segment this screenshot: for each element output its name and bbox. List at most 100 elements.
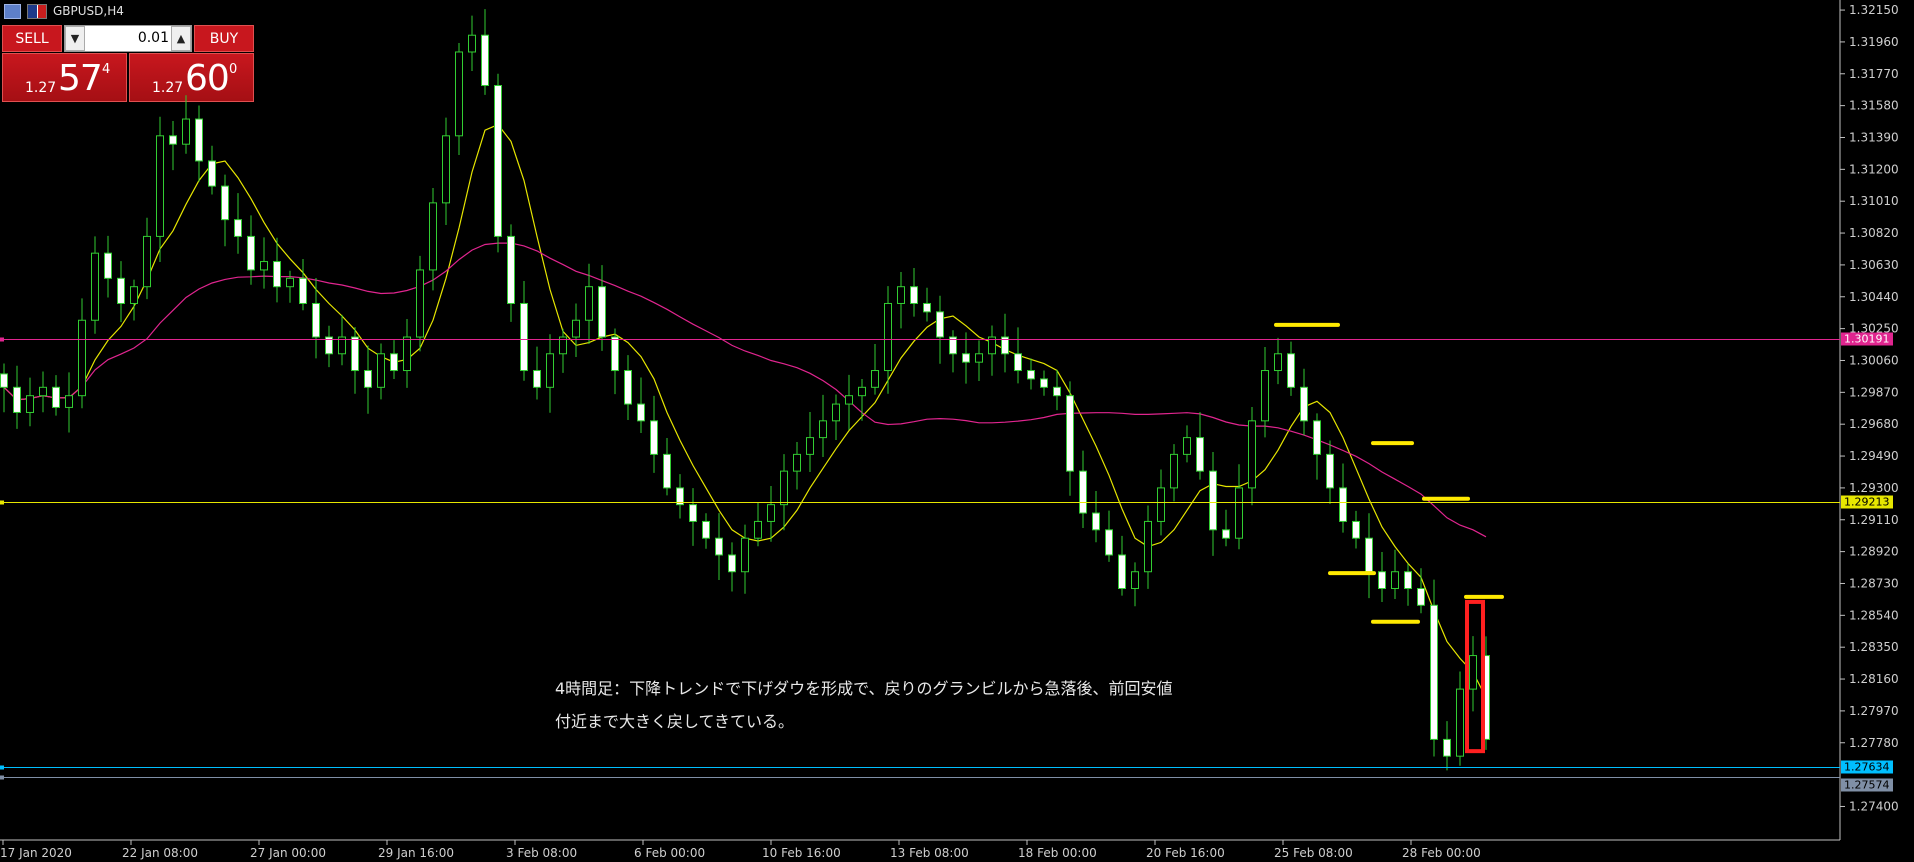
candle-body — [1209, 470, 1217, 531]
candle-body — [1391, 571, 1399, 590]
candle-body — [1313, 420, 1321, 455]
price-tick-label: 1.28730 — [1849, 576, 1899, 590]
line-anchor-handle[interactable] — [0, 337, 4, 342]
price-tick-label: 1.31010 — [1849, 194, 1899, 208]
time-tick-label: 20 Feb 16:00 — [1146, 846, 1225, 860]
candle-body — [832, 403, 840, 422]
candle-body — [884, 302, 892, 372]
price-tick-label: 1.30250 — [1849, 322, 1899, 336]
candle-body — [1222, 529, 1230, 539]
candle-body — [1417, 588, 1425, 606]
candle-body — [819, 420, 827, 439]
candle-body — [260, 261, 268, 271]
candle-body — [1404, 571, 1412, 590]
candle-body — [1170, 453, 1178, 489]
candle-body — [1183, 437, 1191, 455]
candle-body — [637, 403, 645, 422]
candle-body — [1118, 554, 1126, 590]
price-tick-label: 1.27400 — [1849, 799, 1899, 813]
candle-body — [650, 420, 658, 455]
candle-body — [1430, 604, 1438, 740]
candle-body — [1300, 386, 1308, 422]
candle-body — [1066, 395, 1074, 472]
candle-body — [468, 34, 476, 53]
candle-body — [845, 395, 853, 405]
candle-body — [1352, 520, 1360, 539]
candle-body — [897, 286, 905, 304]
candle-body — [494, 85, 502, 237]
candle-body — [663, 453, 671, 489]
line-anchor-handle[interactable] — [0, 775, 4, 780]
candle-body — [624, 370, 632, 405]
annotation-line-2: 付近まで大きく戻してきている。 — [555, 712, 794, 731]
time-tick-label: 3 Feb 08:00 — [506, 846, 577, 860]
candle-body — [910, 286, 918, 304]
price-tick-label: 1.31390 — [1849, 130, 1899, 144]
candle-body — [39, 386, 47, 397]
candle-body — [1326, 453, 1334, 489]
candle-body — [429, 202, 437, 271]
price-tick-label: 1.30630 — [1849, 258, 1899, 272]
candle-body — [572, 319, 580, 338]
candle-body — [507, 235, 515, 304]
price-line-badge-label: 1.29213 — [1844, 496, 1890, 509]
price-tick-label: 1.28920 — [1849, 545, 1899, 559]
candle-body — [780, 470, 788, 506]
candle-body — [312, 302, 320, 338]
candle-body — [1274, 353, 1282, 372]
horizontal-lines[interactable]: 1.301911.292131.276341.27574 — [0, 332, 1893, 792]
candle-body — [91, 252, 99, 321]
candle-body — [1196, 437, 1204, 472]
price-chart[interactable]: 1.301911.292131.276341.27574 1.32150 1.31… — [0, 0, 1914, 862]
candle-body — [1261, 370, 1269, 422]
price-tick-label: 1.28540 — [1849, 608, 1899, 622]
candle-body — [871, 370, 879, 388]
candle-body — [1053, 386, 1061, 397]
candle-body — [78, 319, 86, 397]
candle-body — [403, 336, 411, 372]
price-tick-label: 1.31200 — [1849, 162, 1899, 176]
candle-body — [1079, 470, 1087, 514]
price-tick-label: 1.29300 — [1849, 481, 1899, 495]
candle-body — [481, 34, 489, 87]
candle-body — [611, 336, 619, 372]
candle-body — [975, 353, 983, 363]
candle-body — [1235, 487, 1243, 539]
candle-body — [936, 311, 944, 338]
candle-body — [442, 135, 450, 204]
time-tick-label: 25 Feb 08:00 — [1274, 846, 1353, 860]
candle-body — [533, 370, 541, 388]
price-tick-label: 1.31580 — [1849, 99, 1899, 113]
annotation-line-1: 4時間足：下降トレンドで下げダウを形成で、戻りのグランビルから急落後、前回安値 — [555, 679, 1173, 698]
time-tick-label: 28 Feb 00:00 — [1402, 846, 1481, 860]
line-anchor-handle[interactable] — [0, 765, 4, 770]
price-tick-label: 1.32150 — [1849, 3, 1899, 17]
candle-body — [169, 135, 177, 145]
time-tick-label: 10 Feb 16:00 — [762, 846, 841, 860]
candle-body — [1157, 487, 1165, 522]
candle-body — [143, 235, 151, 288]
candle-body — [1040, 378, 1048, 388]
price-tick-label: 1.29870 — [1849, 385, 1899, 399]
price-tick-label: 1.30820 — [1849, 226, 1899, 240]
candle-body — [793, 453, 801, 472]
time-tick-label: 17 Jan 2020 — [0, 846, 72, 860]
candle-body — [1027, 370, 1035, 380]
candle-body — [156, 135, 164, 237]
time-tick-label: 29 Jan 16:00 — [378, 846, 454, 860]
candle-body — [1443, 738, 1451, 757]
candle-body — [754, 520, 762, 539]
time-tick-label: 22 Jan 08:00 — [122, 846, 198, 860]
candle-body — [455, 51, 463, 137]
candle-body — [390, 353, 398, 372]
axes: 1.32150 1.31960 1.31770 1.31580 1.31390 1.312… — [0, 3, 1899, 860]
line-anchor-handle[interactable] — [0, 500, 4, 505]
candle-body — [13, 386, 21, 413]
candle-body — [65, 395, 73, 408]
candle-body — [962, 353, 970, 363]
candle-body — [858, 386, 866, 397]
candle-body — [0, 373, 8, 388]
candle-body — [182, 118, 190, 145]
candle-body — [767, 504, 775, 522]
candle-body — [1456, 688, 1464, 757]
